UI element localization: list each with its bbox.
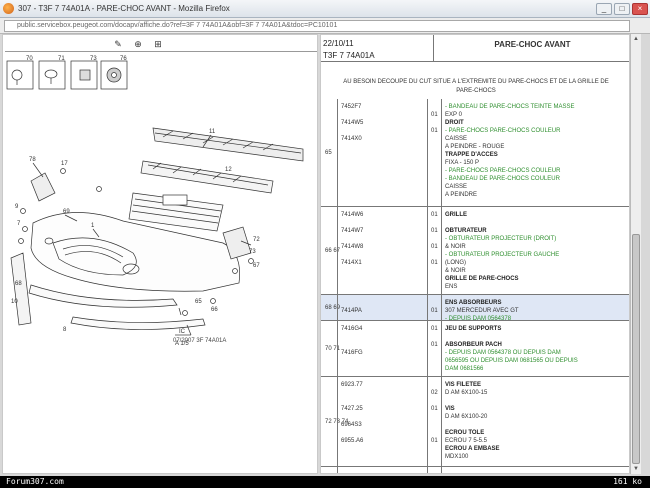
callout-label: 76 bbox=[120, 56, 127, 62]
diagram-toolbar: ✎ ⊕ ⊞ bbox=[111, 38, 165, 50]
scroll-thumb[interactable] bbox=[632, 234, 640, 464]
title-bar: 307 - T3F 7 74A01A - PARE-CHOC AVANT - M… bbox=[0, 0, 650, 18]
callout-label: 78 bbox=[29, 157, 36, 163]
small-note: IC bbox=[179, 329, 186, 335]
section-title: PARE-CHOC AVANT bbox=[494, 40, 571, 49]
doc-code: T3F 7 74A01A bbox=[323, 51, 375, 60]
callout-label: 71 bbox=[58, 56, 65, 62]
callout-label: 17 bbox=[61, 161, 68, 167]
callout-label: 7 bbox=[17, 221, 21, 227]
doc-date: 22/10/11 bbox=[323, 39, 354, 48]
callout-label: 72 bbox=[253, 237, 260, 243]
part-reference: 7416G4 7416FG bbox=[341, 326, 363, 356]
callout-label: 73 bbox=[249, 249, 256, 255]
part-reference: 7452F7 7414W5 7414X0 bbox=[341, 104, 364, 142]
quantity: 01 01 bbox=[431, 326, 438, 348]
firefox-icon bbox=[3, 3, 14, 14]
column-divider bbox=[337, 99, 338, 473]
part-reference: 6923.77 7427.25 6964S3 6955.A6 bbox=[341, 382, 364, 444]
part-reference: 7414PA bbox=[341, 308, 362, 314]
print-icon[interactable]: ✎ bbox=[111, 38, 125, 50]
url-field[interactable]: public.servicebox.peugeot.com/docapv/aff… bbox=[4, 19, 630, 32]
status-right: 161 ko bbox=[613, 477, 642, 486]
part-reference: 7414W6 7414W7 7414W8 7414X1 bbox=[341, 212, 364, 266]
callout-label: 66 bbox=[211, 307, 218, 313]
parts-list-panel: 22/10/11 T3F 7 74A01A PARE-CHOC AVANT AU… bbox=[320, 34, 630, 474]
drawing-reference: 07/2007 3F 74A01A bbox=[173, 338, 227, 344]
maximize-button[interactable]: □ bbox=[614, 2, 630, 15]
part-description: - BANDEAU DE PARE-CHOCS TEINTE MASSE EXP … bbox=[445, 104, 575, 198]
parts-diagram-panel: ✎ ⊕ ⊞ 70 71 73 76 11 12 78 17 9 7 69 1 7… bbox=[2, 34, 318, 474]
parts-row[interactable]: 68 69 7414PA 01 ENS ABSORBEURS 307 MERCEDU… bbox=[321, 295, 629, 322]
quantity: 02 01 01 bbox=[431, 390, 438, 444]
callout-label: 65 bbox=[195, 299, 202, 305]
callout-label: 73 bbox=[90, 56, 97, 62]
parts-row[interactable]: 70 71 7416G4 7416FG 01 01 JEU DE SUPPORTS … bbox=[321, 321, 629, 377]
callout-label: 68 bbox=[15, 281, 22, 287]
parts-table: 65 7452F7 7414W5 7414X0 01 01 - BANDEAU D… bbox=[321, 99, 629, 467]
fitting-notice: AU BESOIN DECOUPE DU CUT SITUE A L'EXTRE… bbox=[343, 79, 609, 94]
part-description: GRILLE OBTURATEUR - OBTURATEUR PROJECTEUR… bbox=[445, 212, 560, 290]
callout-label: 12 bbox=[225, 167, 232, 173]
parts-row[interactable]: 72 73 746923.77 7427.25 6964S3 6955.A6 0… bbox=[321, 377, 629, 467]
callout-label: 69 bbox=[63, 209, 70, 215]
callout-label: 10 bbox=[11, 299, 18, 305]
quantity: 01 bbox=[431, 308, 438, 314]
part-description: JEU DE SUPPORTS ABSORBEUR PACH - DEPUIS D… bbox=[445, 326, 578, 372]
column-divider bbox=[427, 99, 428, 473]
minimize-button[interactable]: _ bbox=[596, 2, 612, 15]
toolbar-divider bbox=[5, 51, 317, 52]
zoom-in-icon[interactable]: ⊕ bbox=[131, 38, 145, 50]
status-bar: Forum307.com 161 ko bbox=[0, 476, 650, 488]
callout-label: 9 bbox=[15, 204, 19, 210]
callout-label: 70 bbox=[26, 56, 33, 62]
close-button[interactable]: × bbox=[632, 2, 648, 15]
callout-label: 8 bbox=[63, 327, 67, 333]
callout-label: 11 bbox=[209, 129, 216, 135]
exploded-parts-drawing[interactable]: 70 71 73 76 11 12 78 17 9 7 69 1 72 73 6… bbox=[3, 53, 319, 353]
part-description: VIS FILETEE D AM 6X100-15 VIS D AM 6X100-2… bbox=[445, 382, 500, 460]
parts-row[interactable]: 66 67 7414W6 7414W7 7414W8 7414X1 01 01 01… bbox=[321, 207, 629, 295]
window-title: 307 - T3F 7 74A01A - PARE-CHOC AVANT - M… bbox=[18, 4, 230, 13]
parts-row[interactable]: 65 7452F7 7414W5 7414X0 01 01 - BANDEAU D… bbox=[321, 99, 629, 207]
address-bar: public.servicebox.peugeot.com/docapv/aff… bbox=[0, 18, 650, 34]
group-number: 65 bbox=[325, 150, 332, 156]
scroll-down-icon[interactable]: ▼ bbox=[631, 464, 641, 474]
column-divider bbox=[441, 99, 442, 473]
quantity: 01 01 01 01 bbox=[431, 212, 438, 266]
quantity: 01 01 bbox=[431, 112, 438, 134]
parts-header: 22/10/11 T3F 7 74A01A PARE-CHOC AVANT bbox=[321, 35, 629, 62]
part-description: ENS ABSORBEURS 307 MERCEDUR AVEC GT - DEPU… bbox=[445, 300, 519, 322]
zoom-fit-icon[interactable]: ⊞ bbox=[151, 38, 165, 50]
callout-label: 67 bbox=[253, 263, 260, 269]
scroll-up-icon[interactable]: ▲ bbox=[631, 34, 641, 44]
status-left: Forum307.com bbox=[6, 477, 64, 486]
scrollbar[interactable]: ▲ ▼ bbox=[630, 34, 641, 474]
